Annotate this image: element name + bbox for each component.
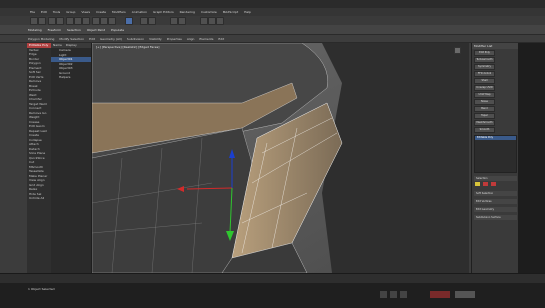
- viewport-label[interactable]: [+] [Perspective] [Realistic] [Edged Fac…: [96, 45, 159, 49]
- render-icon[interactable]: [216, 17, 224, 25]
- modifier-button[interactable]: Bend: [474, 106, 495, 112]
- modifier-stack[interactable]: Editable Poly: [474, 135, 517, 173]
- menu-group[interactable]: Group: [66, 10, 75, 14]
- rollout-edit-vertices[interactable]: Edit Vertices: [474, 199, 517, 204]
- menu-maxscript[interactable]: MAXScript: [223, 10, 238, 14]
- select-by-name-icon[interactable]: [74, 17, 82, 25]
- desktop-edge: [518, 43, 545, 283]
- ribbon-tab-freeform[interactable]: Freeform: [48, 28, 61, 32]
- selection-mode-icons: [472, 181, 519, 188]
- column-display-header[interactable]: Display: [66, 43, 77, 47]
- menu-tools[interactable]: Tools: [53, 10, 60, 14]
- modifier-button[interactable]: Smooth: [474, 127, 495, 133]
- tool-item[interactable]: Editable Poly: [27, 43, 51, 48]
- mirror-icon[interactable]: [170, 17, 178, 25]
- move-icon[interactable]: [92, 17, 100, 25]
- scene-explorer: Name Display Camera Light Object01 Objec…: [51, 43, 92, 283]
- menu-bar: File Edit Tools Group Views Create Modif…: [0, 8, 545, 16]
- modifier-button[interactable]: FFD 2x2x2: [474, 71, 495, 77]
- menu-graph-editors[interactable]: Graph Editors: [153, 10, 174, 14]
- viewcube-icon[interactable]: [454, 47, 461, 54]
- select-icon[interactable]: [66, 17, 74, 25]
- ribbon-tabs: Modeling Freeform Selection Object Paint…: [0, 25, 545, 35]
- ribbon-panel-geometry[interactable]: Geometry (All): [100, 37, 122, 41]
- ribbon-panel-elements[interactable]: Elements: [199, 37, 213, 41]
- set-key-button[interactable]: [455, 291, 475, 298]
- perspective-viewport[interactable]: [+] [Perspective] [Realistic] [Edged Fac…: [92, 43, 469, 273]
- next-frame-icon[interactable]: [390, 291, 397, 298]
- auto-key-button[interactable]: [430, 291, 450, 298]
- ribbon-panel-properties[interactable]: Properties: [167, 37, 182, 41]
- modifier-button[interactable]: Noise: [474, 99, 495, 105]
- edge-mode-icon[interactable]: [482, 182, 488, 186]
- modifier-list-label[interactable]: Modifier List: [472, 43, 519, 49]
- ribbon-panel-subdivision[interactable]: Subdivision: [127, 37, 144, 41]
- ribbon-tab-object-paint[interactable]: Object Paint: [87, 28, 105, 32]
- ribbon-panel-align[interactable]: Align: [187, 37, 195, 41]
- angle-snap-icon[interactable]: [140, 17, 148, 25]
- modifier-button[interactable]: MeshSmooth: [474, 120, 495, 126]
- snap-icon[interactable]: [125, 17, 133, 25]
- ribbon-panel-polygon-modeling[interactable]: Polygon Modeling: [28, 37, 54, 41]
- key-mode-icon[interactable]: [400, 291, 407, 298]
- rollout-soft-selection[interactable]: Soft Selection: [474, 191, 517, 196]
- menu-create[interactable]: Create: [96, 10, 106, 14]
- menu-customize[interactable]: Customize: [201, 10, 217, 14]
- modifier-button[interactable]: Turbosmooth: [474, 57, 495, 63]
- ribbon-panel-modify-selection[interactable]: Modify Selection: [59, 37, 84, 41]
- mesh-right-block: [322, 43, 469, 273]
- redo-icon[interactable]: [38, 17, 46, 25]
- ribbon-tab-populate[interactable]: Populate: [111, 28, 124, 32]
- tool-item[interactable]: Unhide All: [27, 196, 51, 201]
- ribbon-panel-edit-2[interactable]: Edit: [218, 37, 224, 41]
- ribbon-panels: Polygon Modeling Modify Selection Edit G…: [0, 35, 545, 43]
- rollout-subdivision[interactable]: Subdivision Surface: [474, 215, 517, 220]
- command-panel: Modifier List Edit PolyTurbosmooth Symme…: [471, 43, 519, 283]
- taskbar-icons: [380, 291, 475, 298]
- menu-animation[interactable]: Animation: [132, 10, 147, 14]
- status-bar: 1 Object Selected: [0, 283, 545, 308]
- menu-help[interactable]: Help: [244, 10, 251, 14]
- ribbon-tab-selection[interactable]: Selection: [67, 28, 81, 32]
- viewport-scene: [92, 43, 469, 273]
- modifier-stack-item-selected[interactable]: Editable Poly: [475, 136, 516, 140]
- menu-file[interactable]: File: [30, 10, 35, 14]
- modifier-button[interactable]: Edit Poly: [474, 50, 495, 56]
- undo-icon[interactable]: [30, 17, 38, 25]
- rollout-edit-geometry[interactable]: Edit Geometry: [474, 207, 517, 212]
- menu-modifiers[interactable]: Modifiers: [112, 10, 126, 14]
- scene-row[interactable]: Helpers: [51, 75, 91, 80]
- align-icon[interactable]: [178, 17, 186, 25]
- column-name-header[interactable]: Name: [53, 43, 62, 47]
- menu-views[interactable]: Views: [81, 10, 90, 14]
- modifier-button[interactable]: Shell: [474, 78, 495, 84]
- rotate-icon[interactable]: [100, 17, 108, 25]
- modifier-button[interactable]: Taper: [474, 113, 495, 119]
- polygon-mode-icon[interactable]: [490, 182, 496, 186]
- scale-icon[interactable]: [108, 17, 116, 25]
- modifier-button[interactable]: UVW Map: [474, 92, 495, 98]
- render-setup-icon[interactable]: [208, 17, 216, 25]
- modifier-button[interactable]: Unwrap UVW: [474, 85, 495, 91]
- rect-select-icon[interactable]: [82, 17, 90, 25]
- ribbon-tab-modeling[interactable]: Modeling: [28, 28, 42, 32]
- vertex-mode-icon[interactable]: [475, 182, 480, 186]
- modifier-button[interactable]: Symmetry: [474, 64, 495, 70]
- material-editor-icon[interactable]: [200, 17, 208, 25]
- app-window: File Edit Tools Group Views Create Modif…: [0, 0, 545, 308]
- ribbon-panel-visibility[interactable]: Visibility: [149, 37, 162, 41]
- ribbon-panel-edit[interactable]: Edit: [89, 37, 95, 41]
- modeling-tools-panel: Editable Poly Vertex Edge Border Polygon…: [27, 43, 52, 283]
- link-icon[interactable]: [48, 17, 56, 25]
- play-icon[interactable]: [380, 291, 387, 298]
- menu-edit[interactable]: Edit: [41, 10, 47, 14]
- percent-snap-icon[interactable]: [148, 17, 156, 25]
- menu-rendering[interactable]: Rendering: [180, 10, 195, 14]
- unlink-icon[interactable]: [56, 17, 64, 25]
